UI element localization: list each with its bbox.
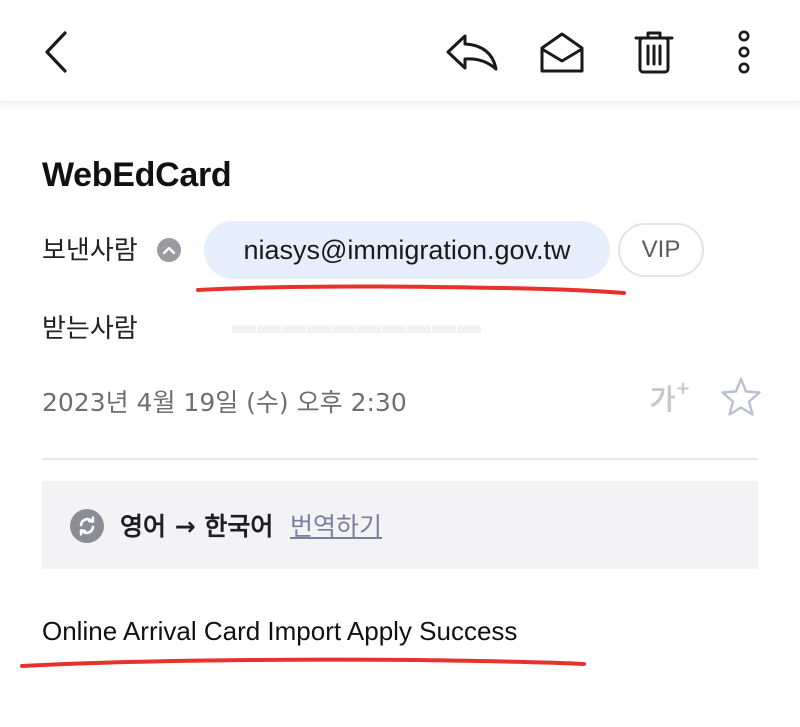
translate-banner: 영어 → 한국어 번역하기: [42, 481, 758, 569]
vip-button[interactable]: VIP: [618, 223, 704, 277]
text-size-label: 가: [649, 383, 676, 416]
to-label: 받는사람: [42, 314, 138, 344]
star-icon: [721, 377, 761, 416]
sent-date: 2023년 4월 19일 (수) 오후 2:30: [42, 388, 407, 417]
sender-address-chip[interactable]: niasys@immigration.gov.tw: [204, 221, 610, 279]
mark-unread-button[interactable]: [538, 28, 586, 76]
translate-link[interactable]: 번역하기: [290, 507, 382, 543]
header-divider: [42, 458, 758, 460]
chevron-up-icon: [162, 246, 176, 255]
more-options-button[interactable]: [720, 28, 768, 76]
text-size-plus: +: [675, 377, 691, 399]
delete-button[interactable]: [630, 28, 678, 76]
reply-icon: [446, 34, 498, 71]
expand-recipients-button[interactable]: [157, 238, 181, 262]
text-size-button[interactable]: 가 +: [642, 376, 698, 420]
reply-button[interactable]: [444, 28, 500, 76]
star-button[interactable]: [720, 376, 762, 418]
top-toolbar: [0, 0, 800, 102]
back-button[interactable]: [32, 28, 80, 76]
chevron-left-icon: [45, 31, 67, 73]
annotation-underline: [196, 284, 626, 295]
annotation-underline: [20, 657, 586, 668]
translate-language-pair: 영어 → 한국어: [120, 512, 274, 541]
translate-icon: [70, 509, 104, 543]
trash-icon: [634, 31, 674, 74]
envelope-open-icon: [540, 32, 584, 73]
sender-display-name: WebEdCard: [42, 156, 232, 194]
email-body-text: Online Arrival Card Import Apply Success: [42, 616, 518, 646]
vertical-dots-icon: [738, 30, 750, 74]
recipient-redacted: ▬▬▬▬▬▬▬▬▬▬: [232, 312, 482, 339]
from-label: 보낸사람: [42, 236, 138, 266]
